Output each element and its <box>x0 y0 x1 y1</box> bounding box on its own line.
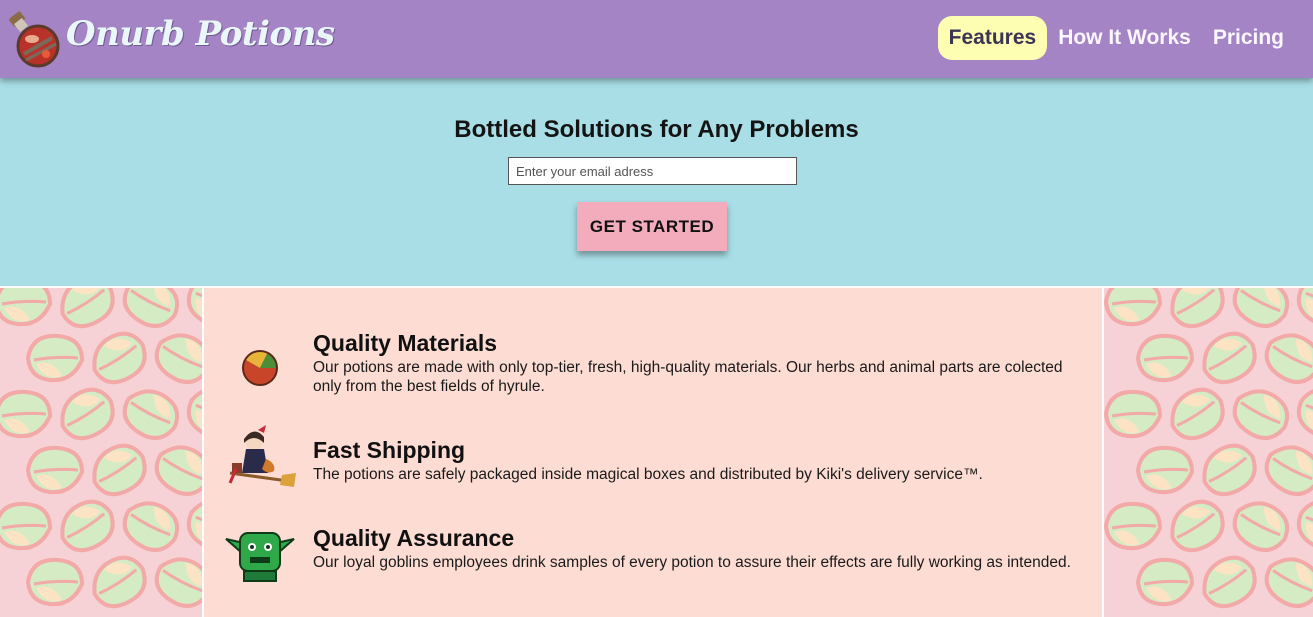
leaf-pattern-tile <box>1260 328 1313 388</box>
leaf-pattern-tile <box>150 328 202 388</box>
nav-link-how-it-works[interactable]: How It Works <box>1047 16 1202 60</box>
feature-title: Quality Materials <box>313 330 498 356</box>
leaf-pattern-tile <box>1164 496 1230 556</box>
leaf-pattern-tile <box>54 496 120 556</box>
leaf-pattern-tile <box>1132 552 1198 612</box>
brand-title[interactable]: Onurb Potions <box>66 14 335 54</box>
email-input[interactable] <box>508 157 797 185</box>
leaf-pattern-tile <box>0 496 56 556</box>
leaf-pattern-tile <box>182 496 202 556</box>
hero-section: Bottled Solutions for Any Problems GET S… <box>0 78 1313 286</box>
leaf-pattern-tile <box>1104 384 1166 444</box>
leaf-pattern-tile <box>54 384 120 444</box>
leaf-pattern-tile <box>1104 496 1166 556</box>
leaf-pattern-tile <box>150 440 202 500</box>
leaf-pattern-tile <box>22 328 88 388</box>
leaf-pattern-tile <box>1260 552 1313 612</box>
goblin-icon <box>225 532 295 582</box>
feature-description: The potions are safely packaged inside m… <box>313 466 983 483</box>
leaf-pattern-left <box>0 286 202 617</box>
leaf-pattern-tile <box>22 552 88 612</box>
leaf-pattern-tile <box>182 384 202 444</box>
main-nav: Features How It Works Pricing <box>937 16 1295 60</box>
top-navbar: Onurb Potions Features How It Works Pric… <box>0 0 1313 78</box>
get-started-button[interactable]: GET STARTED <box>577 202 727 251</box>
orb-icon <box>242 350 278 386</box>
leaf-pattern-tile <box>22 440 88 500</box>
leaf-pattern-tile <box>1292 496 1313 556</box>
features-section: Quality Materials Our potions are made w… <box>202 286 1104 617</box>
leaf-pattern-tile <box>1196 552 1262 612</box>
hero-title: Bottled Solutions for Any Problems <box>454 116 859 143</box>
witch-on-broom-icon <box>228 425 296 487</box>
leaf-pattern-tile <box>1132 328 1198 388</box>
nav-link-features[interactable]: Features <box>937 16 1048 60</box>
leaf-pattern-tile <box>1292 384 1313 444</box>
feature-title: Fast Shipping <box>313 437 466 463</box>
nav-link-pricing[interactable]: Pricing <box>1202 16 1295 60</box>
leaf-pattern-tile <box>0 384 56 444</box>
leaf-pattern-tile <box>86 552 152 612</box>
feature-title: Quality Assurance <box>313 525 515 551</box>
feature-description: Our potions are made with only top-tier,… <box>313 359 1063 395</box>
leaf-pattern-tile <box>150 552 202 612</box>
potion-bottle-icon[interactable] <box>2 8 64 70</box>
leaf-pattern-tile <box>1132 440 1198 500</box>
leaf-pattern-tile <box>1164 384 1230 444</box>
leaf-pattern-right <box>1104 286 1313 617</box>
feature-description: Our loyal goblins employees drink sample… <box>313 554 1071 571</box>
leaf-pattern-tile <box>1260 440 1313 500</box>
